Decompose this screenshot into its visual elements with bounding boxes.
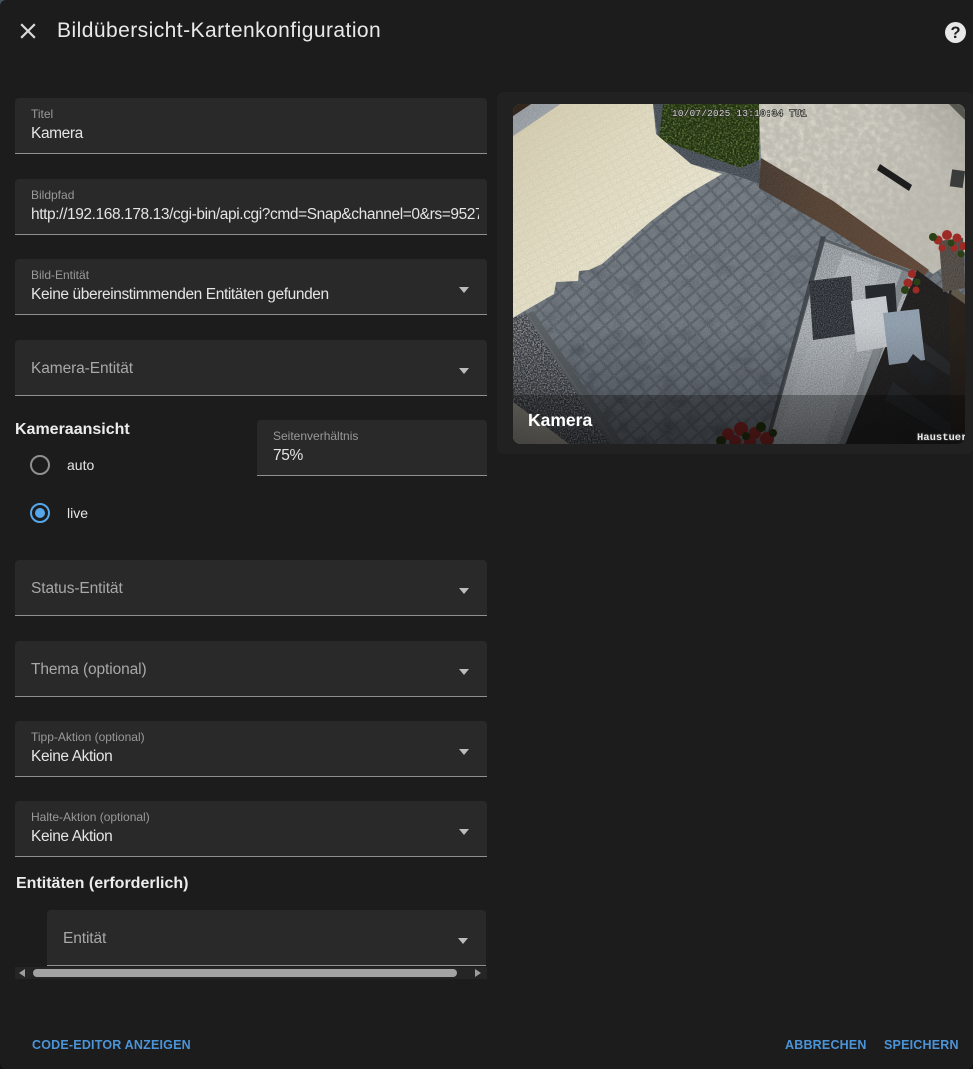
svg-text:10/07/2025 13:10:34 TU1: 10/07/2025 13:10:34 TU1 <box>672 108 807 119</box>
svg-text:Haustuer: Haustuer <box>917 432 965 444</box>
svg-text:Kamera: Kamera <box>528 410 592 430</box>
